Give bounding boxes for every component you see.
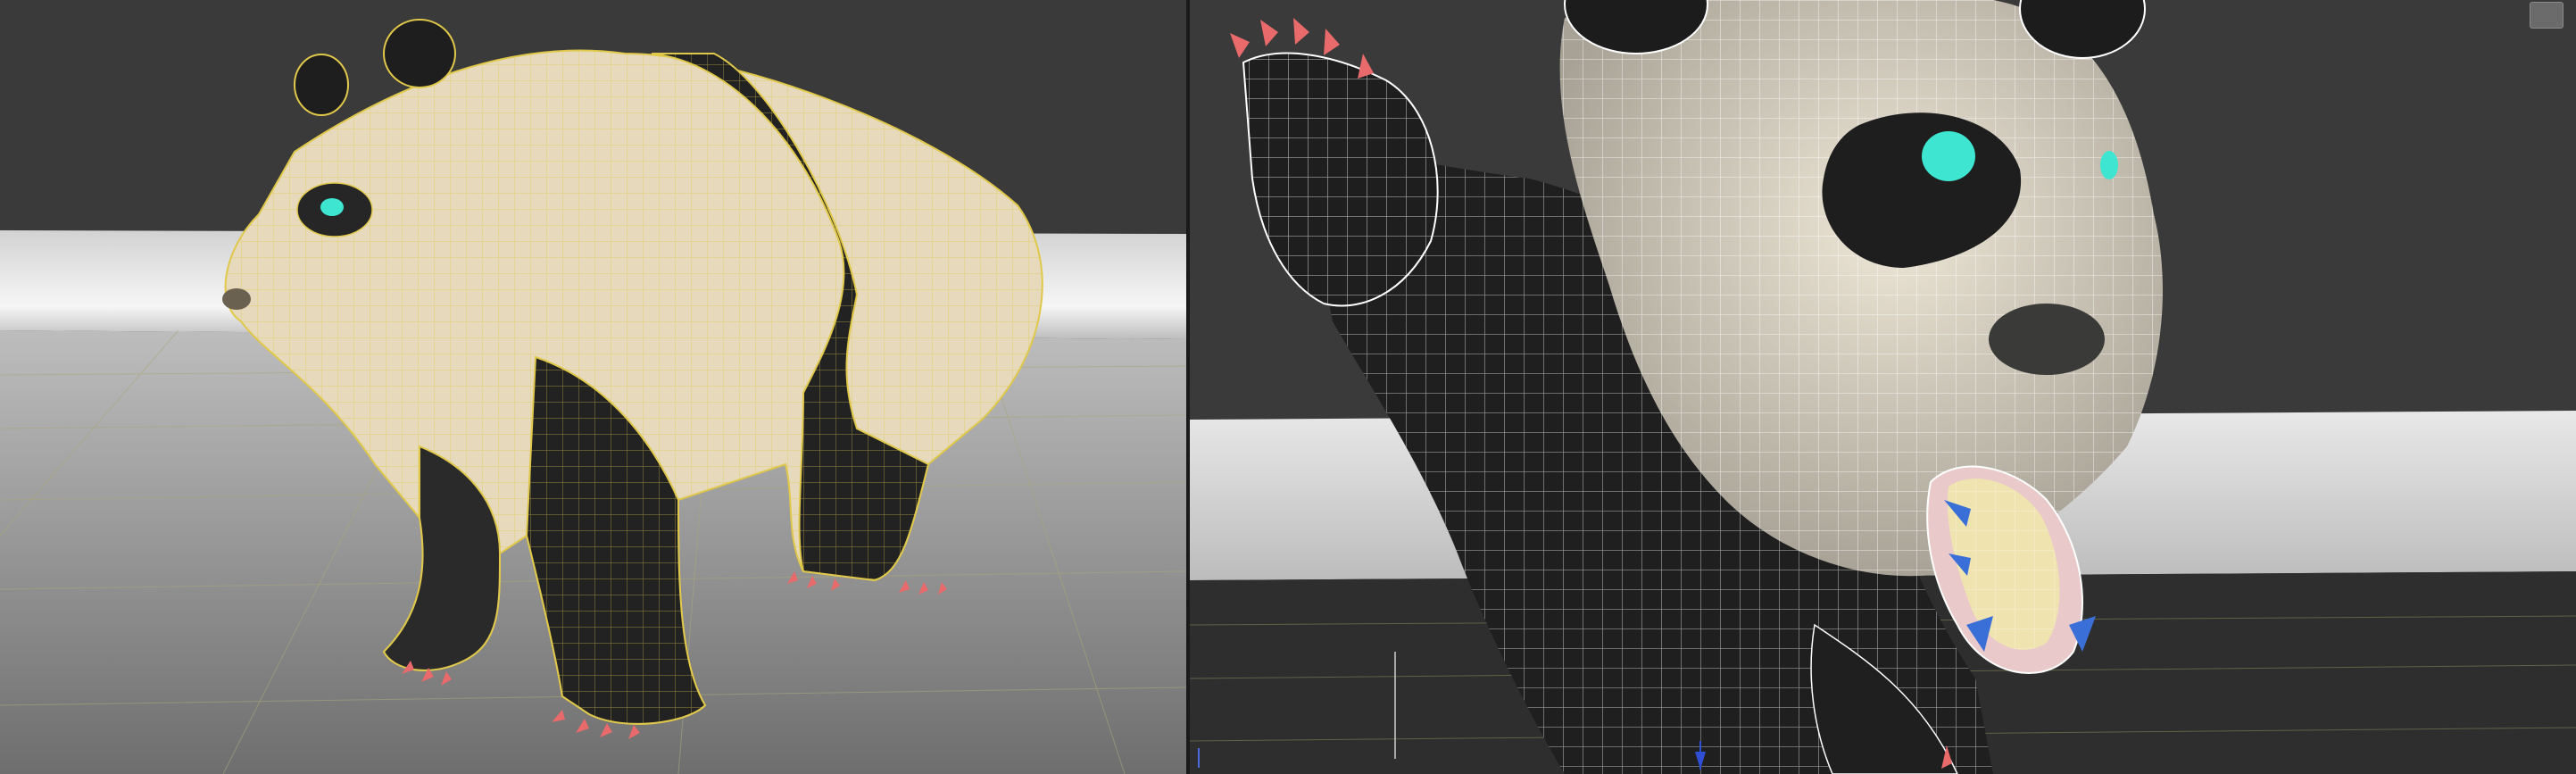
- panda-eye: [320, 198, 344, 216]
- panda-eye: [1922, 131, 1975, 181]
- view-cube-icon[interactable]: [2530, 2, 2564, 29]
- perspective-viewport-left[interactable]: [0, 0, 1186, 774]
- perspective-viewport-right[interactable]: [1190, 0, 2576, 774]
- panda-scene-right: [1190, 0, 2576, 774]
- panda-eye: [2100, 151, 2118, 179]
- panda-scene-left: [0, 0, 1186, 774]
